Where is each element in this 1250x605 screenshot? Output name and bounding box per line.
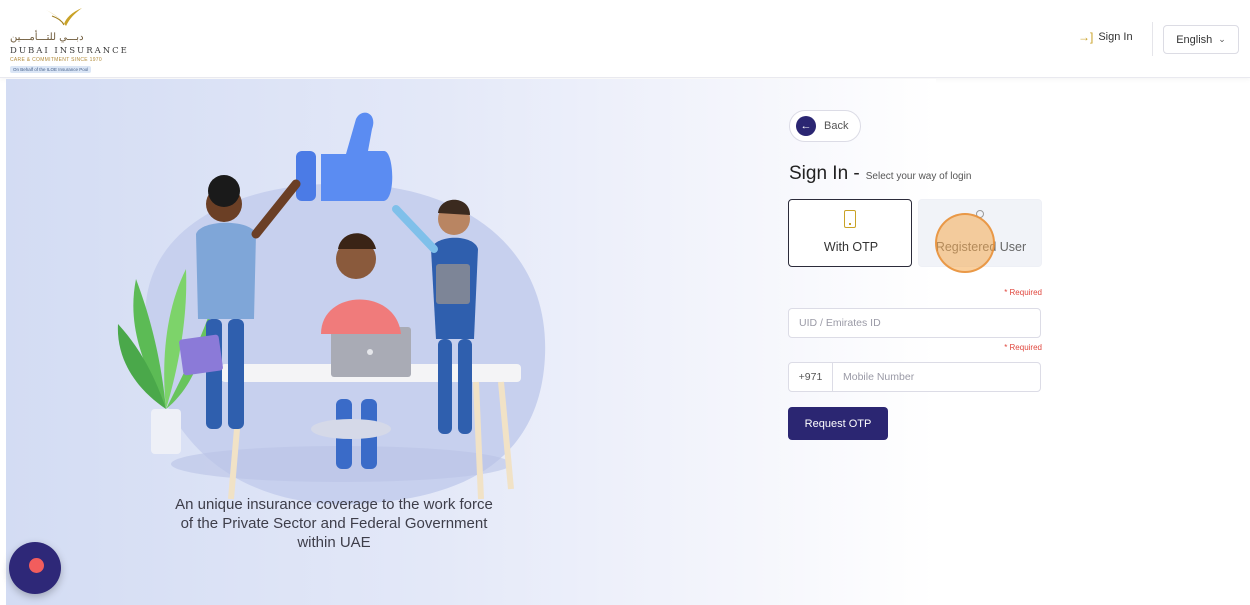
dubai-insurance-logo[interactable]: دبـــي للتـــأمـــين DUBAI INSURANCE CAR… bbox=[6, 4, 130, 76]
uid-field[interactable] bbox=[788, 308, 1041, 338]
hero-panel: An unique insurance coverage to the work… bbox=[6, 79, 936, 605]
mobile-input[interactable] bbox=[833, 363, 1040, 391]
language-label: English bbox=[1176, 33, 1213, 46]
logo-name: DUBAI INSURANCE bbox=[10, 46, 129, 56]
page-title: Sign In - bbox=[789, 163, 860, 184]
hero-tagline-line-1: An unique insurance coverage to the work… bbox=[175, 496, 493, 513]
mobile-required-label: * Required bbox=[1004, 343, 1042, 352]
request-otp-button[interactable]: Request OTP bbox=[788, 407, 888, 440]
header-divider bbox=[1152, 22, 1153, 56]
login-option-otp[interactable]: With OTP bbox=[788, 199, 912, 267]
chat-notification-dot bbox=[29, 558, 44, 573]
hero-tagline-line-2: of the Private Sector and Federal Govern… bbox=[180, 515, 488, 532]
header-signin-label: Sign In bbox=[1098, 31, 1133, 43]
header-signin-link[interactable]: →] Sign In bbox=[1078, 30, 1133, 44]
uid-input[interactable] bbox=[789, 309, 1040, 337]
logo-arabic-text: دبـــي للتـــأمـــين bbox=[10, 32, 84, 43]
country-code: +971 bbox=[789, 363, 833, 391]
language-select[interactable]: English ⌄ bbox=[1163, 25, 1239, 54]
back-button[interactable]: ← Back bbox=[789, 110, 861, 142]
mobile-field[interactable]: +971 bbox=[788, 362, 1041, 392]
logo-tagline: CARE & COMMITMENT SINCE 1970 bbox=[10, 57, 102, 63]
phone-icon bbox=[844, 210, 856, 228]
signin-arrow-icon: →] bbox=[1078, 30, 1094, 44]
arrow-left-icon: ← bbox=[796, 116, 816, 136]
chevron-down-icon: ⌄ bbox=[1218, 34, 1226, 44]
login-option-otp-label: With OTP bbox=[823, 240, 879, 254]
hero-tagline-line-3: within UAE bbox=[297, 534, 371, 551]
back-label: Back bbox=[824, 120, 849, 132]
hero-tagline: An unique insurance coverage to the work… bbox=[124, 495, 544, 552]
chat-launcher-button[interactable] bbox=[9, 542, 61, 594]
click-highlight bbox=[935, 213, 995, 273]
uid-required-label: * Required bbox=[1004, 288, 1042, 297]
logo-pill: On Behalf of the ILOE Insurance Pool bbox=[10, 66, 92, 73]
team-illustration bbox=[117, 112, 546, 505]
page-subtitle: Select your way of login bbox=[865, 171, 972, 182]
falcon-logo-icon bbox=[46, 8, 82, 26]
header: دبـــي للتـــأمـــين DUBAI INSURANCE CAR… bbox=[0, 0, 1250, 78]
signin-heading: Sign In - Select your way of login bbox=[789, 163, 971, 185]
